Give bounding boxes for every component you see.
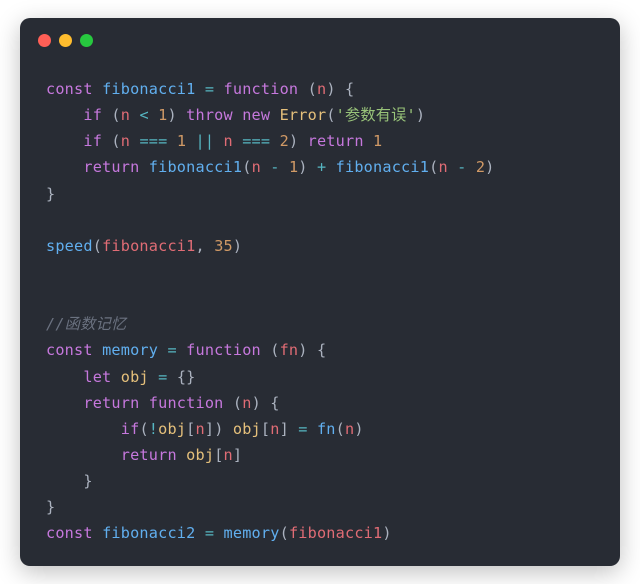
ident-fibonacci1: fibonacci1	[102, 80, 195, 98]
ident-fibonacci2: fibonacci2	[102, 524, 195, 542]
rparen: )	[326, 80, 335, 98]
lbracket: [	[186, 420, 195, 438]
lparen: (	[308, 80, 317, 98]
arg-fibonacci1: fibonacci1	[102, 237, 195, 255]
op-minus: -	[270, 158, 279, 176]
keyword-function: function	[224, 80, 299, 98]
keyword-const: const	[46, 80, 93, 98]
op-or: ||	[196, 132, 215, 150]
keyword-return: return	[308, 132, 364, 150]
class-error: Error	[280, 106, 327, 124]
call-speed: speed	[46, 237, 93, 255]
param-fn: fn	[280, 341, 299, 359]
op-not: !	[149, 420, 158, 438]
keyword-let: let	[83, 368, 111, 386]
minimize-icon[interactable]	[59, 34, 72, 47]
string-err: '参数有误'	[336, 106, 416, 124]
close-icon[interactable]	[38, 34, 51, 47]
num-2: 2	[280, 132, 289, 150]
param-n: n	[317, 80, 326, 98]
comment-memo: //函数记忆	[46, 315, 126, 333]
zoom-icon[interactable]	[80, 34, 93, 47]
rbracket: ]	[205, 420, 214, 438]
comma: ,	[196, 237, 205, 255]
call-memory: memory	[224, 524, 280, 542]
op-seq: ===	[139, 132, 167, 150]
num-35: 35	[214, 237, 233, 255]
call-fn: fn	[317, 420, 336, 438]
op-assign: =	[205, 80, 214, 98]
keyword-if: if	[83, 106, 102, 124]
op-lt: <	[139, 106, 148, 124]
keyword-throw: throw	[186, 106, 233, 124]
ident-obj: obj	[121, 368, 149, 386]
code-block: const fibonacci1 = function (n) { if (n …	[20, 62, 620, 566]
op-plus: +	[317, 158, 326, 176]
lbrace: {	[345, 80, 354, 98]
call-fibonacci1: fibonacci1	[149, 158, 242, 176]
code-window: const fibonacci1 = function (n) { if (n …	[20, 18, 620, 566]
titlebar	[20, 18, 620, 62]
ident-memory: memory	[102, 341, 158, 359]
keyword-new: new	[242, 106, 270, 124]
rbrace: }	[46, 185, 55, 203]
